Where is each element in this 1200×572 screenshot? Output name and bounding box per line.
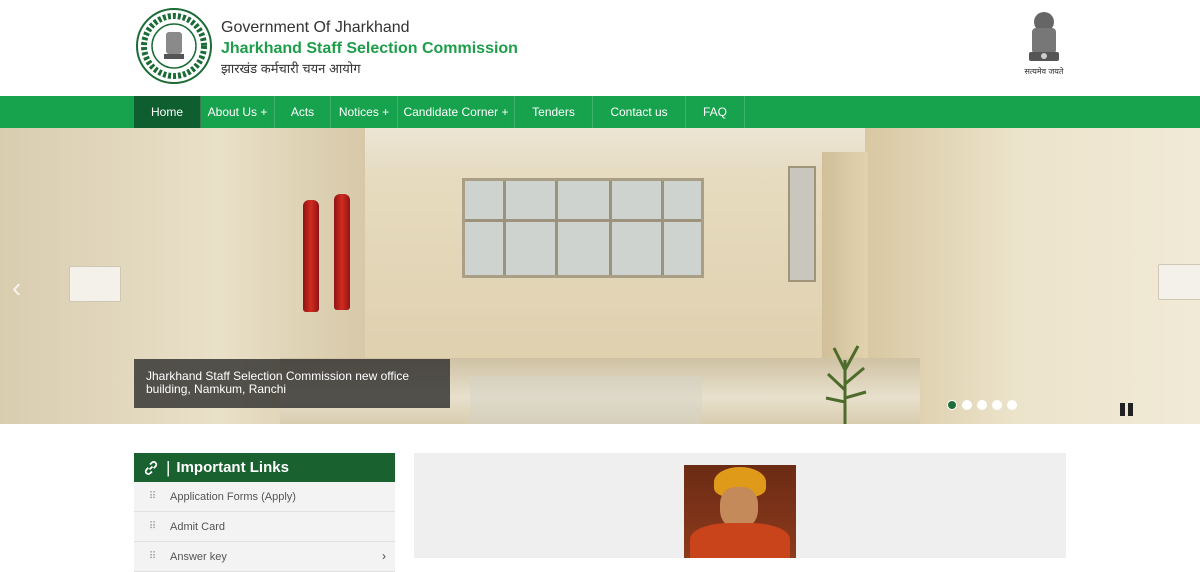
portrait-image: [684, 465, 796, 558]
plant-icon: [825, 345, 867, 424]
nav-acts[interactable]: Acts: [275, 96, 331, 128]
hero-slider[interactable]: ‹ Jharkhand Staff Selection Commission n…: [0, 128, 1200, 424]
slide-caption: Jharkhand Staff Selection Commission new…: [134, 359, 450, 408]
nav-faq[interactable]: FAQ: [686, 96, 745, 128]
commission-name-hindi: झारखंड कर्मचारी चयन आयोग: [221, 61, 361, 76]
nav-contact-us[interactable]: Contact us: [593, 96, 686, 128]
nav-about-us[interactable]: About Us +: [201, 96, 275, 128]
main-nav: Home About Us + Acts Notices + Candidate…: [0, 96, 1200, 128]
fire-extinguisher-icon: [334, 194, 350, 310]
slider-prev-icon[interactable]: ‹: [12, 274, 21, 302]
link-application-forms[interactable]: ⠿ Application Forms (Apply): [134, 482, 395, 512]
link-label: Answer key: [170, 550, 227, 563]
drag-dots-icon: ⠿: [148, 551, 156, 562]
jssc-logo[interactable]: [136, 8, 212, 84]
important-links-header: | Important Links: [134, 453, 395, 482]
link-answer-key[interactable]: ⠿ Answer key ›: [134, 542, 395, 572]
header-separator: |: [166, 457, 171, 477]
slider-dot[interactable]: [947, 400, 957, 410]
nav-home[interactable]: Home: [134, 96, 201, 128]
site-header: Government Of Jharkhand Jharkhand Staff …: [0, 0, 1200, 96]
emblem-motto: सत्यमेव जयते: [1024, 67, 1064, 76]
title-block: Government Of Jharkhand Jharkhand Staff …: [221, 18, 518, 78]
slide-image-reflection: [470, 376, 702, 424]
wall-switch-icon: [69, 266, 121, 302]
commission-name[interactable]: Jharkhand Staff Selection Commission: [221, 39, 518, 59]
important-links-title: Important Links: [176, 459, 289, 476]
slider-pagination: [947, 400, 1017, 410]
link-label: Application Forms (Apply): [170, 490, 296, 503]
drag-dots-icon: ⠿: [148, 491, 156, 502]
gov-line: Government Of Jharkhand: [221, 19, 410, 36]
fire-extinguisher-icon: [303, 200, 319, 312]
slider-dot[interactable]: [1007, 400, 1017, 410]
slider-dot[interactable]: [977, 400, 987, 410]
slide-image-ceiling: [365, 128, 865, 170]
nav-tenders[interactable]: Tenders: [515, 96, 593, 128]
chevron-right-icon: ›: [382, 549, 386, 563]
link-admit-card[interactable]: ⠿ Admit Card: [134, 512, 395, 542]
link-icon: [144, 460, 158, 475]
wall-switch-icon: [1158, 264, 1200, 300]
nav-notices[interactable]: Notices +: [331, 96, 398, 128]
nav-items: Home About Us + Acts Notices + Candidate…: [134, 96, 745, 128]
nav-candidate-corner[interactable]: Candidate Corner +: [398, 96, 515, 128]
slider-dot[interactable]: [992, 400, 1002, 410]
slide-image-side-window: [788, 166, 816, 282]
slider-dot[interactable]: [962, 400, 972, 410]
link-label: Admit Card: [170, 520, 226, 533]
important-links-list: ⠿ Application Forms (Apply) ⠿ Admit Card…: [134, 482, 395, 572]
slide-image-window: [462, 178, 704, 278]
pause-icon[interactable]: [1120, 403, 1134, 417]
drag-dots-icon: ⠿: [148, 521, 156, 532]
